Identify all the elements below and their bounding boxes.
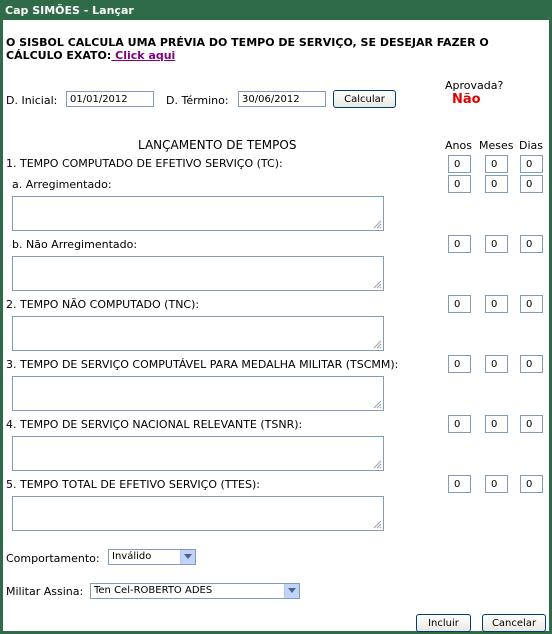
- tscmm-textarea[interactable]: [12, 376, 384, 411]
- row-tnc-label: 2. TEMPO NÃO COMPUTADO (TNC):: [6, 298, 200, 311]
- behavior-label: Comportamento:: [6, 552, 100, 565]
- tc-days-input[interactable]: [520, 155, 543, 173]
- resize-grip-icon[interactable]: [372, 399, 382, 409]
- click-here-link[interactable]: Click aqui: [111, 49, 175, 62]
- start-date-label: D. Inicial:: [6, 94, 58, 107]
- row-ttes-label: 5. TEMPO TOTAL DE EFETIVO SERVIÇO (TTES)…: [6, 478, 260, 491]
- nao-arregimentado-textarea[interactable]: [12, 256, 384, 291]
- nao-arregimentado-years-input[interactable]: [448, 235, 471, 253]
- notice-line2: CÁLCULO EXATO: Click aqui: [6, 49, 175, 63]
- resize-grip-icon[interactable]: [372, 519, 382, 529]
- chevron-down-icon[interactable]: [284, 584, 299, 598]
- window-title: Cap SIMÕES - Lançar: [0, 0, 552, 20]
- tscmm-years-input[interactable]: [448, 355, 471, 373]
- row-tsnr-label: 4. TEMPO DE SERVIÇO NACIONAL RELEVANTE (…: [6, 418, 303, 431]
- resize-grip-icon[interactable]: [372, 459, 382, 469]
- column-years-header: Anos: [445, 139, 472, 152]
- tsnr-textarea[interactable]: [12, 436, 384, 471]
- column-months-header: Meses: [479, 139, 514, 152]
- ttes-textarea[interactable]: [12, 496, 384, 531]
- arregimentado-days-input[interactable]: [520, 175, 543, 193]
- dialog-content: O SISBOL CALCULA UMA PRÉVIA DO TEMPO DE …: [3, 20, 549, 632]
- tnc-years-input[interactable]: [448, 295, 471, 313]
- row-nao-arregimentado-label: b. Não Arregimentado:: [12, 238, 138, 251]
- tnc-months-input[interactable]: [485, 295, 508, 313]
- arregimentado-months-input[interactable]: [485, 175, 508, 193]
- resize-grip-icon[interactable]: [372, 219, 382, 229]
- arregimentado-textarea[interactable]: [12, 196, 384, 231]
- nao-arregimentado-days-input[interactable]: [520, 235, 543, 253]
- behavior-select[interactable]: Inválido: [108, 549, 196, 565]
- end-date-label: D. Término:: [166, 94, 229, 107]
- section-title: LANÇAMENTO DE TEMPOS: [138, 138, 297, 152]
- row-tscmm-label: 3. TEMPO DE SERVIÇO COMPUTÁVEL PARA MEDA…: [6, 358, 399, 371]
- tc-years-input[interactable]: [448, 155, 471, 173]
- tsnr-years-input[interactable]: [448, 415, 471, 433]
- signer-select-value: Ten Cel-ROBERTO ADES: [94, 585, 213, 596]
- tc-months-input[interactable]: [485, 155, 508, 173]
- cancel-button[interactable]: Cancelar: [482, 614, 546, 632]
- behavior-select-value: Inválido: [112, 551, 152, 562]
- start-date-input[interactable]: [66, 91, 154, 107]
- calculate-button[interactable]: Calcular: [333, 90, 396, 108]
- nao-arregimentado-months-input[interactable]: [485, 235, 508, 253]
- end-date-input[interactable]: [238, 91, 326, 107]
- approval-status: Não: [452, 92, 481, 107]
- resize-grip-icon[interactable]: [372, 279, 382, 289]
- chevron-down-icon[interactable]: [180, 550, 195, 564]
- column-days-header: Dias: [519, 139, 543, 152]
- tnc-textarea[interactable]: [12, 316, 384, 351]
- tnc-days-input[interactable]: [520, 295, 543, 313]
- notice-line1: O SISBOL CALCULA UMA PRÉVIA DO TEMPO DE …: [6, 36, 489, 49]
- row-tc-label: 1. TEMPO COMPUTADO DE EFETIVO SERVIÇO (T…: [6, 157, 283, 170]
- signer-label: Militar Assina:: [6, 585, 84, 598]
- approval-label: Aprovada?: [445, 79, 504, 92]
- tsnr-days-input[interactable]: [520, 415, 543, 433]
- tscmm-months-input[interactable]: [485, 355, 508, 373]
- row-arregimentado-label: a. Arregimentado:: [12, 178, 112, 191]
- tscmm-days-input[interactable]: [520, 355, 543, 373]
- arregimentado-years-input[interactable]: [448, 175, 471, 193]
- ttes-years-input[interactable]: [448, 475, 471, 493]
- notice-line2-text: CÁLCULO EXATO:: [6, 49, 112, 62]
- dialog-window: Cap SIMÕES - Lançar O SISBOL CALCULA UMA…: [0, 0, 552, 634]
- tsnr-months-input[interactable]: [485, 415, 508, 433]
- ttes-months-input[interactable]: [485, 475, 508, 493]
- signer-select[interactable]: Ten Cel-ROBERTO ADES: [90, 583, 300, 599]
- resize-grip-icon[interactable]: [372, 339, 382, 349]
- ttes-days-input[interactable]: [520, 475, 543, 493]
- include-button[interactable]: Incluir: [416, 614, 471, 632]
